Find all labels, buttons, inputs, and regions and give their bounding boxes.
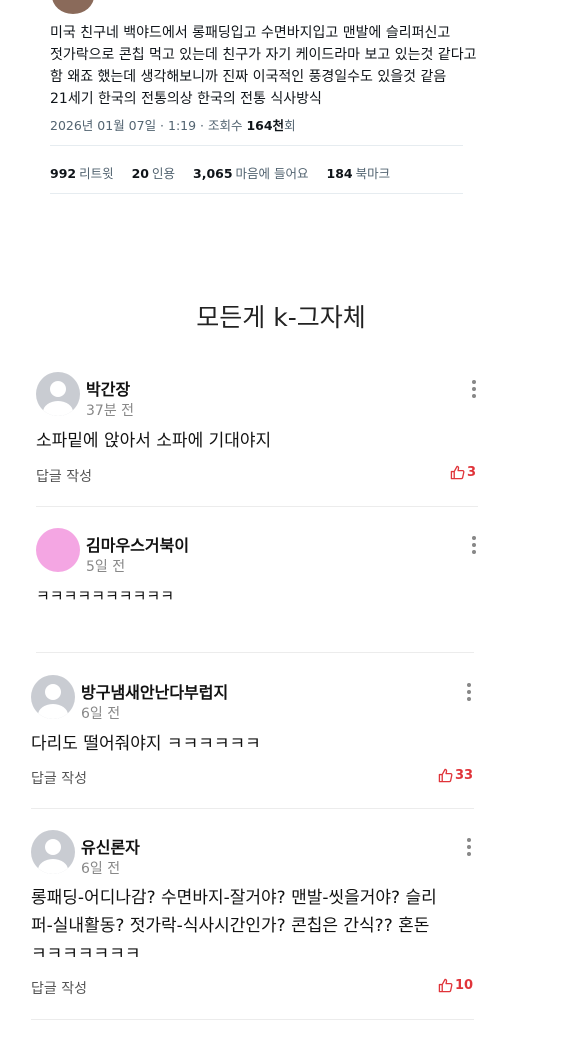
comment-text-line: 롱패딩-어디나감? 수면바지-잘거야? 맨발-씻을거야? 슬리 (31, 888, 437, 908)
stat-label: 북마크 (355, 166, 391, 181)
tweet-text-line: 젓가락으로 콘칩 먹고 있는데 친구가 자기 케이드라마 보고 있는것 같다고 (50, 47, 477, 63)
quote-count: 20 인용 (132, 166, 175, 181)
embedded-tweet: 미국 친구네 백야드에서 롱패딩입고 수면바지입고 맨발에 슬리퍼신고 젓가락으… (0, 0, 562, 205)
comment-body: ㅋㅋㅋㅋㅋㅋㅋㅋㅋㅋ (36, 582, 174, 610)
comment-text-line: ㅋㅋㅋㅋㅋㅋㅋ (31, 944, 141, 964)
divider (31, 808, 474, 809)
stat-number: 992 (50, 166, 77, 181)
tweet-text-line: 미국 친구네 백야드에서 롱패딩입고 수면바지입고 맨발에 슬리퍼신고 (50, 25, 451, 41)
like-count-value: 10 (455, 978, 474, 993)
reply-button[interactable]: 답글 작성 (31, 768, 87, 788)
comment-body: 롱패딩-어디나감? 수면바지-잘거야? 맨발-씻을거야? 슬리 퍼-실내활동? … (31, 884, 437, 968)
stat-number: 3,065 (193, 166, 233, 181)
avatar[interactable] (31, 675, 75, 719)
divider (50, 145, 463, 146)
tweet-views-suffix: 회 (284, 118, 296, 133)
thumbs-up-icon (450, 465, 465, 480)
comment-nickname[interactable]: 박간장 (86, 376, 130, 400)
stat-number: 184 (326, 166, 353, 181)
comment-nickname[interactable]: 유신론자 (81, 834, 140, 858)
thumbs-up-icon (438, 768, 453, 783)
retweet-count: 992 리트윗 (50, 166, 114, 181)
comment-text-line: 다리도 떨어줘야지 ㅋㅋㅋㅋㅋㅋ (31, 734, 261, 754)
default-avatar-icon (43, 381, 73, 416)
like-count-value: 33 (455, 768, 474, 783)
tweet-text-line: 21세기 한국의 전통의상 한국의 전통 식사방식 (50, 91, 322, 107)
reply-button[interactable]: 답글 작성 (36, 466, 92, 486)
comment-time: 6일 전 (81, 861, 121, 877)
post-caption: 모든게 k-그자체 (196, 303, 366, 332)
stat-number: 20 (131, 166, 149, 181)
reply-button[interactable]: 답글 작성 (31, 978, 87, 998)
divider (36, 506, 478, 507)
stat-label: 리트윗 (79, 166, 114, 181)
stat-label: 마음에 들어요 (235, 166, 309, 181)
comment-nickname[interactable]: 김마우스거북이 (86, 532, 189, 556)
comment-nickname[interactable]: 방구냄새안난다부럽지 (81, 679, 228, 703)
stat-label: 인용 (152, 166, 176, 181)
like-button[interactable]: 3 (450, 465, 476, 480)
like-count: 3,065 마음에 들어요 (193, 166, 309, 181)
avatar[interactable] (36, 372, 80, 416)
comment-time: 6일 전 (81, 706, 121, 722)
more-options-icon[interactable] (464, 836, 474, 858)
more-options-icon[interactable] (464, 681, 474, 703)
avatar[interactable] (31, 830, 75, 874)
default-avatar-icon (38, 839, 68, 874)
default-avatar-icon (38, 684, 68, 719)
like-button[interactable]: 10 (438, 978, 473, 993)
avatar[interactable] (36, 528, 80, 572)
tweet-text-line: 함 왜죠 했는데 생각해보니까 진짜 이국적인 풍경일수도 있을것 같음 (50, 69, 447, 85)
more-options-icon[interactable] (469, 378, 479, 400)
divider (50, 193, 463, 194)
tweet-stats: 992 리트윗 20 인용 3,065 마음에 들어요 184 북마크 (50, 163, 404, 182)
thumbs-up-icon (438, 978, 453, 993)
divider (36, 652, 474, 653)
comment-body: 소파밑에 앉아서 소파에 기대야지 (36, 427, 271, 455)
tweet-avatar (52, 0, 94, 14)
more-options-icon[interactable] (469, 534, 479, 556)
tweet-views: 164천 (246, 118, 285, 133)
comment-time: 37분 전 (86, 403, 135, 419)
comment-body: 다리도 떨어줘야지 ㅋㅋㅋㅋㅋㅋ (31, 730, 261, 758)
comment-time: 5일 전 (86, 559, 126, 575)
tweet-text: 미국 친구네 백야드에서 롱패딩입고 수면바지입고 맨발에 슬리퍼신고 젓가락으… (50, 22, 480, 110)
like-count-value: 3 (467, 465, 477, 480)
comment-text-line: 소파밑에 앉아서 소파에 기대야지 (36, 431, 272, 451)
comment-text-line: ㅋㅋㅋㅋㅋㅋㅋㅋㅋㅋ (36, 587, 175, 605)
tweet-date: 2026년 01월 07일 · 1:19 · 조회수 (50, 118, 247, 133)
divider (31, 1019, 474, 1020)
bookmark-count: 184 북마크 (327, 166, 391, 181)
like-button[interactable]: 33 (438, 768, 473, 783)
comment-text-line: 퍼-실내활동? 젓가락-식사시간인가? 콘칩은 간식?? 혼돈 (31, 916, 430, 936)
tweet-meta: 2026년 01월 07일 · 1:19 · 조회수 164천회 (50, 115, 296, 134)
